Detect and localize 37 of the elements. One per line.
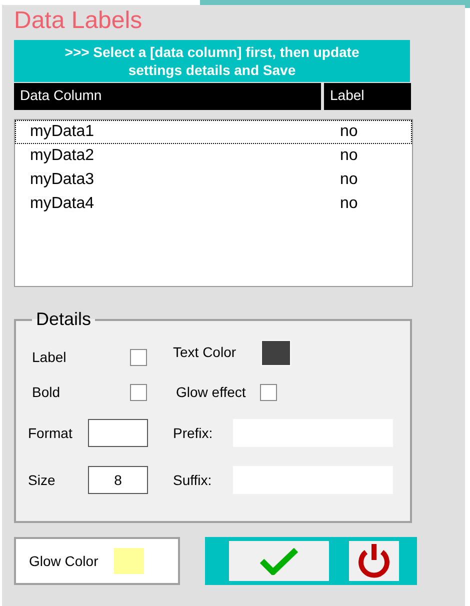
label-value: no	[340, 171, 358, 189]
list-row[interactable]: myData1 no	[15, 120, 412, 144]
column-name: myData1	[29, 123, 96, 141]
instruction-banner: >>> Select a [data column] first, then update settings details and Save	[14, 40, 410, 82]
list-row[interactable]: myData3 no	[15, 168, 412, 192]
power-icon	[357, 543, 391, 579]
label-value: no	[340, 123, 358, 141]
column-name: myData3	[29, 171, 96, 189]
field-label: Size	[28, 472, 56, 488]
format-field[interactable]	[88, 419, 148, 447]
field-label: Prefix:	[173, 425, 214, 441]
field-label: Label	[32, 349, 68, 365]
checkbox[interactable]	[130, 384, 147, 400]
list-row[interactable]: myData4 no	[15, 192, 412, 216]
column-name: myData4	[29, 195, 96, 213]
list-row[interactable]: myData2 no	[15, 144, 412, 168]
glow-color-swatch[interactable]	[114, 548, 144, 574]
save-button[interactable]	[229, 541, 329, 581]
field-label: Glow effect	[176, 384, 246, 400]
text-color-swatch[interactable]	[261, 340, 292, 366]
label-value: no	[340, 147, 358, 165]
column-header: Data Column	[14, 83, 321, 110]
label-value: no	[340, 195, 358, 213]
field-label: Suffix:	[173, 472, 213, 488]
details-legend: Details	[32, 309, 96, 330]
checkmark-icon	[259, 547, 299, 575]
field-label: Bold	[32, 384, 62, 400]
power-button[interactable]	[349, 541, 399, 581]
field-label: Format	[28, 425, 74, 441]
field-label: Glow Color	[29, 553, 98, 569]
field-label: Text Color	[173, 344, 236, 360]
dialog-title: Data Labels	[14, 6, 144, 36]
checkbox[interactable]	[130, 348, 147, 366]
checkbox[interactable]	[260, 384, 277, 400]
column-header: Label	[324, 83, 411, 110]
size-field[interactable]: 8	[88, 466, 148, 494]
column-name: myData2	[29, 147, 96, 165]
